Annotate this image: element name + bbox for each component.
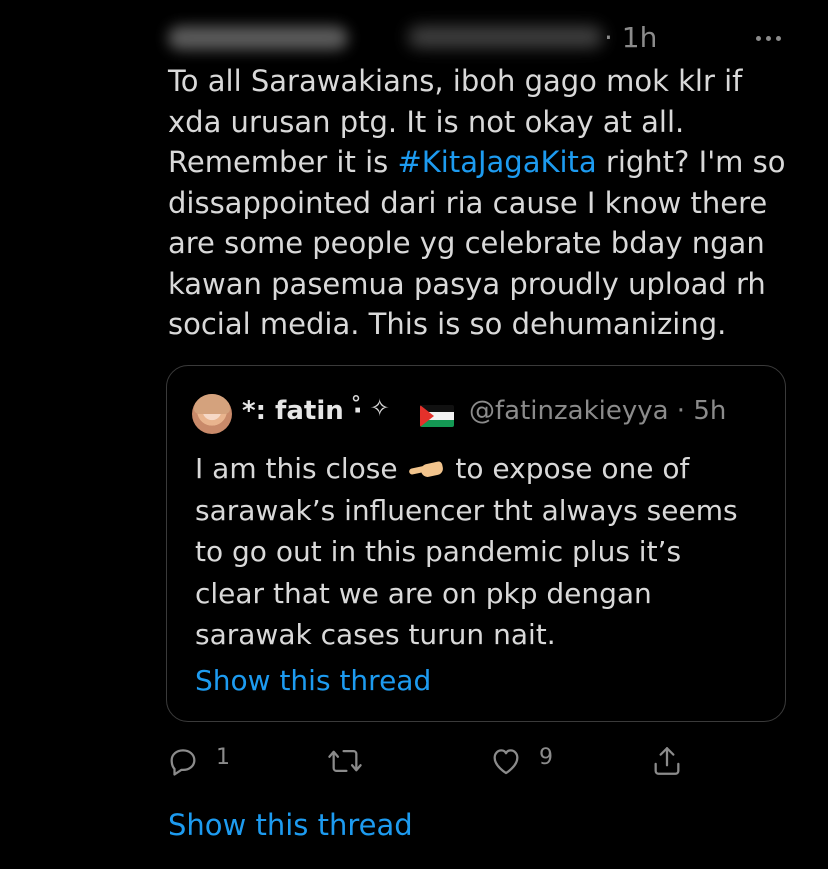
tweet-timestamp[interactable]: · 1h [604, 21, 657, 54]
tweet-actions: 1 9 [166, 740, 706, 780]
avatar[interactable] [192, 394, 232, 434]
retweet-icon [328, 749, 362, 773]
hashtag-link[interactable]: #KitaJagaKita [397, 145, 596, 179]
pinching-hand-emoji-icon [407, 455, 447, 481]
blurred-author-name[interactable] [168, 26, 348, 50]
like-button[interactable]: 9 [489, 740, 569, 780]
retweet-button[interactable] [326, 740, 406, 780]
quoted-tweet-header: *: fatin · ˚ ✧ @fatinzakieyya · 5h [192, 394, 772, 434]
reply-button[interactable]: 1 [166, 740, 246, 780]
blurred-author-handle[interactable] [408, 26, 603, 48]
quoted-tweet[interactable]: *: fatin · ˚ ✧ @fatinzakieyya · 5h I am … [166, 365, 786, 722]
tweet-header: · 1h [168, 18, 792, 58]
share-button[interactable] [650, 740, 690, 780]
reply-count: 1 [216, 745, 230, 770]
quoted-author-name-decor: ˚ ✧ [350, 394, 390, 422]
quoted-author-name[interactable]: *: fatin · [242, 396, 363, 426]
share-icon [654, 747, 680, 775]
reply-icon [170, 749, 196, 776]
show-thread-link[interactable]: Show this thread [168, 808, 413, 842]
palestine-flag-icon [420, 405, 454, 427]
quoted-author-handle[interactable]: @fatinzakieyya · 5h [469, 396, 726, 426]
heart-icon [493, 749, 519, 775]
tweet[interactable]: · 1h To all Sarawakians, iboh gago mok k… [0, 0, 828, 869]
quoted-tweet-text: I am this close to expose one of sarawak… [195, 448, 775, 656]
quoted-text-part: I am this close [195, 452, 407, 485]
tweet-text: To all Sarawakians, iboh gago mok klr if… [168, 61, 808, 345]
quoted-show-thread-link[interactable]: Show this thread [195, 664, 431, 697]
more-horizontal-icon[interactable] [756, 36, 782, 42]
like-count: 9 [539, 745, 553, 770]
